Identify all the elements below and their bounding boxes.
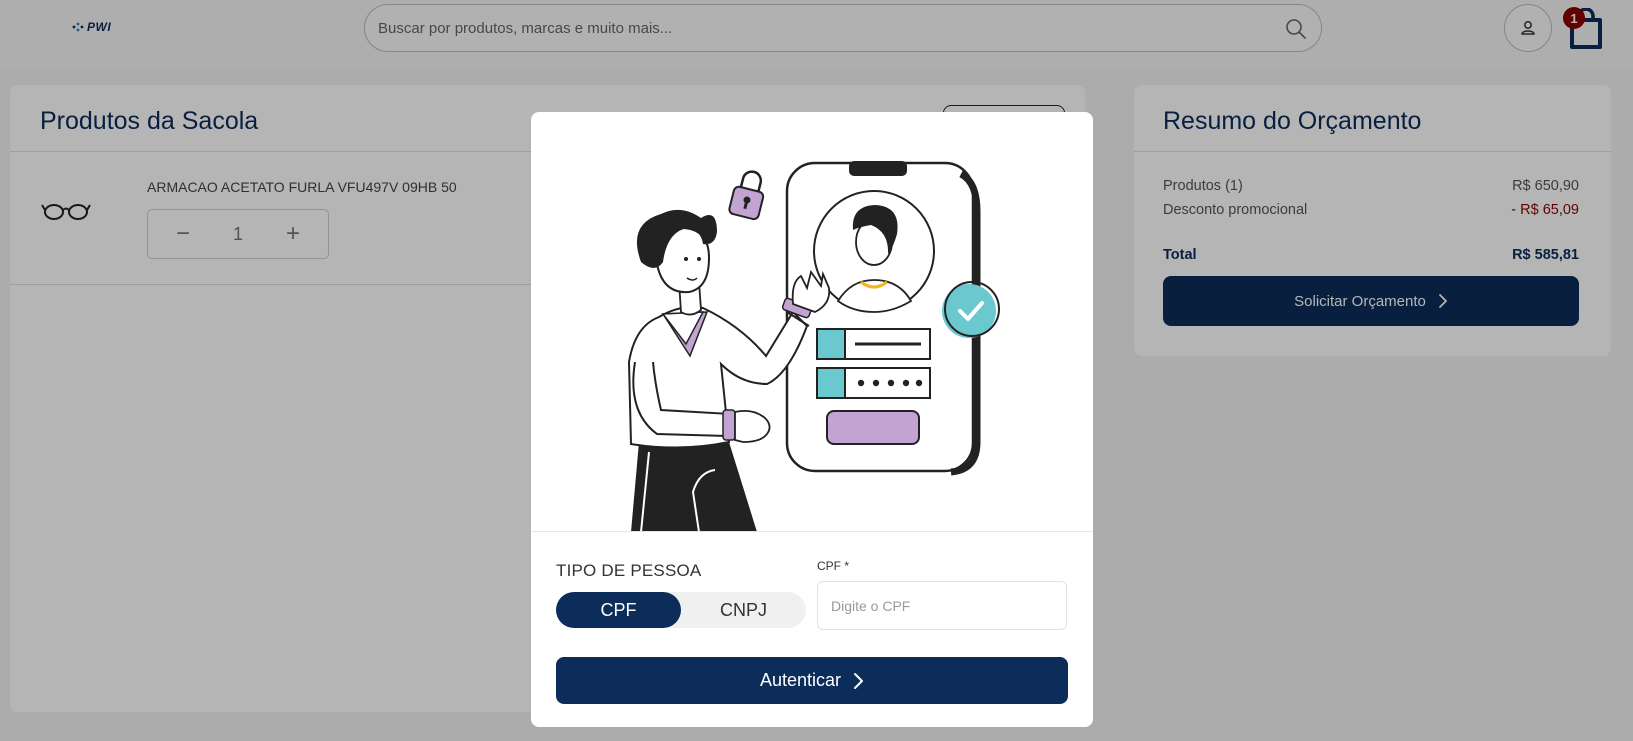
modal-divider [531,531,1093,532]
cpf-input[interactable] [817,581,1067,630]
chevron-right-icon [854,672,864,689]
person-type-label: TIPO DE PESSOA [556,561,702,580]
login-illustration [627,161,1000,531]
auth-modal: TIPO DE PESSOA CPF CNPJ CPF * Autenticar [531,112,1093,727]
cpf-field-label: CPF * [817,559,850,573]
person-type-toggle: CPF CNPJ [556,592,806,628]
person-type-cpf-option[interactable]: CPF [556,592,681,628]
authenticate-label: Autenticar [759,670,842,690]
authenticate-button[interactable]: Autenticar [556,657,1068,704]
person-type-cnpj-option[interactable]: CNPJ [681,592,806,628]
